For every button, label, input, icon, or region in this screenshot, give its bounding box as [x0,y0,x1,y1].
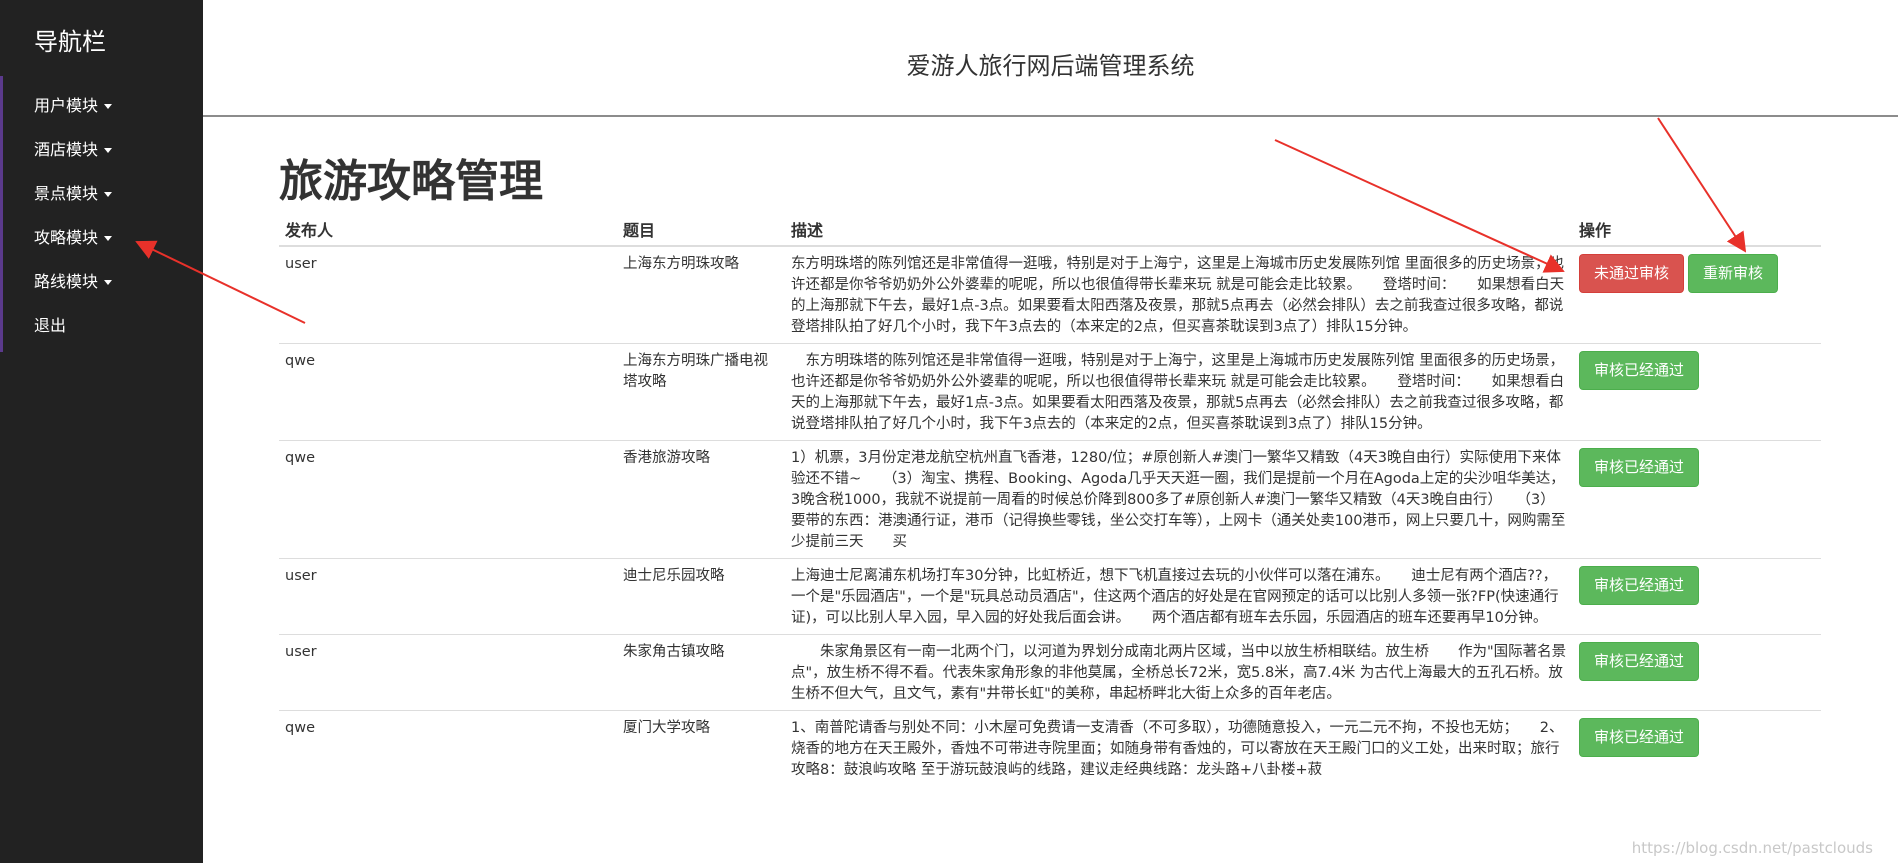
cell-title: 迪士尼乐园攻略 [617,558,785,635]
cell-description: 东方明珠塔的陈列馆还是非常值得一逛哦，特别是对于上海宁，这里是上海城市历史发展陈… [785,245,1573,344]
sidebar-item-attractions[interactable]: 景点模块 [3,172,203,216]
cell-author: qwe [279,343,617,441]
sidebar-item-label: 路线模块 [34,272,99,291]
guides-table: 发布人 题目 描述 操作 user 上海东方明珠攻略 东方明珠塔的陈列馆还是非常… [279,217,1821,786]
table-row: user 朱家角古镇攻略 朱家角景区有一南一北两个门，以河道为界划分成南北两片区… [279,634,1821,711]
sidebar-item-hotels[interactable]: 酒店模块 [3,128,203,172]
column-header-title: 题目 [617,217,785,247]
cell-title: 朱家角古镇攻略 [617,634,785,711]
cell-actions: 审核已经通过 [1573,710,1821,786]
header: 爱游人旅行网后端管理系统 [203,0,1898,117]
column-header-author: 发布人 [279,217,617,247]
re-audit-button[interactable]: 重新审核 [1688,254,1779,293]
watermark: https://blog.csdn.net/pastclouds [1631,839,1873,857]
sidebar-item-logout[interactable]: 退出 [3,304,203,348]
cell-actions: 审核已经通过 [1573,440,1821,559]
approved-button[interactable]: 审核已经通过 [1579,642,1700,681]
cell-actions: 审核已经通过 [1573,634,1821,711]
approved-button[interactable]: 审核已经通过 [1579,448,1700,487]
cell-description: 1、南普陀请香与别处不同：小木屋可免费请一支清香（不可多取），功德随意投入，一元… [785,710,1573,786]
cell-description: 上海迪士尼离浦东机场打车30分钟，比虹桥近，想下飞机直接过去玩的小伙伴可以落在浦… [785,558,1573,635]
caret-down-icon [104,280,113,285]
reject-audit-button[interactable]: 未通过审核 [1579,254,1685,293]
approved-button[interactable]: 审核已经通过 [1579,718,1700,757]
cell-author: user [279,245,617,344]
page-title: 旅游攻略管理 [279,156,543,207]
sidebar-item-routes[interactable]: 路线模块 [3,260,203,304]
caret-down-icon [104,104,113,109]
cell-title: 上海东方明珠广播电视塔攻略 [617,343,785,441]
table-row: qwe 厦门大学攻略 1、南普陀请香与别处不同：小木屋可免费请一支清香（不可多取… [279,710,1821,786]
sidebar-item-users[interactable]: 用户模块 [3,84,203,128]
caret-down-icon [104,192,113,197]
cell-actions: 审核已经通过 [1573,558,1821,635]
sidebar-item-label: 酒店模块 [34,140,99,159]
cell-author: user [279,634,617,711]
cell-title: 上海东方明珠攻略 [617,245,785,344]
table-row: user 上海东方明珠攻略 东方明珠塔的陈列馆还是非常值得一逛哦，特别是对于上海… [279,245,1821,344]
sidebar-menu: 用户模块 酒店模块 景点模块 攻略模块 路线模块 退出 [0,76,203,352]
cell-title: 厦门大学攻略 [617,710,785,786]
sidebar-item-label: 景点模块 [34,184,99,203]
table-row: qwe 上海东方明珠广播电视塔攻略 东方明珠塔的陈列馆还是非常值得一逛哦，特别是… [279,343,1821,441]
cell-author: qwe [279,440,617,559]
sidebar-item-label: 攻略模块 [34,228,99,247]
approved-button[interactable]: 审核已经通过 [1579,351,1700,390]
caret-down-icon [104,148,113,153]
main-content: 旅游攻略管理 发布人 题目 描述 操作 user 上海东方明珠攻略 东方明珠塔的… [279,155,1821,786]
cell-actions: 未通过审核 重新审核 [1573,245,1821,344]
cell-title: 香港旅游攻略 [617,440,785,559]
table-header-row: 发布人 题目 描述 操作 [279,217,1821,247]
table-row: user 迪士尼乐园攻略 上海迪士尼离浦东机场打车30分钟，比虹桥近，想下飞机直… [279,558,1821,635]
header-title: 爱游人旅行网后端管理系统 [906,52,1195,80]
sidebar-brand: 导航栏 [34,28,106,56]
sidebar-item-label: 退出 [34,316,67,335]
column-header-description: 描述 [785,217,1573,247]
column-header-actions: 操作 [1573,217,1821,247]
cell-author: qwe [279,710,617,786]
cell-description: 1）机票，3月份定港龙航空杭州直飞香港，1280/位；#原创新人#澳门一繁华又精… [785,440,1573,559]
sidebar-item-guides[interactable]: 攻略模块 [3,216,203,260]
approved-button[interactable]: 审核已经通过 [1579,566,1700,605]
sidebar: 导航栏 用户模块 酒店模块 景点模块 攻略模块 路线模块 退出 [0,0,203,863]
cell-actions: 审核已经通过 [1573,343,1821,441]
cell-description: 朱家角景区有一南一北两个门，以河道为界划分成南北两片区域，当中以放生桥相联结。放… [785,634,1573,711]
caret-down-icon [104,236,113,241]
sidebar-item-label: 用户模块 [34,96,99,115]
table-row: qwe 香港旅游攻略 1）机票，3月份定港龙航空杭州直飞香港，1280/位；#原… [279,440,1821,559]
cell-author: user [279,558,617,635]
cell-description: 东方明珠塔的陈列馆还是非常值得一逛哦，特别是对于上海宁，这里是上海城市历史发展陈… [785,343,1573,441]
